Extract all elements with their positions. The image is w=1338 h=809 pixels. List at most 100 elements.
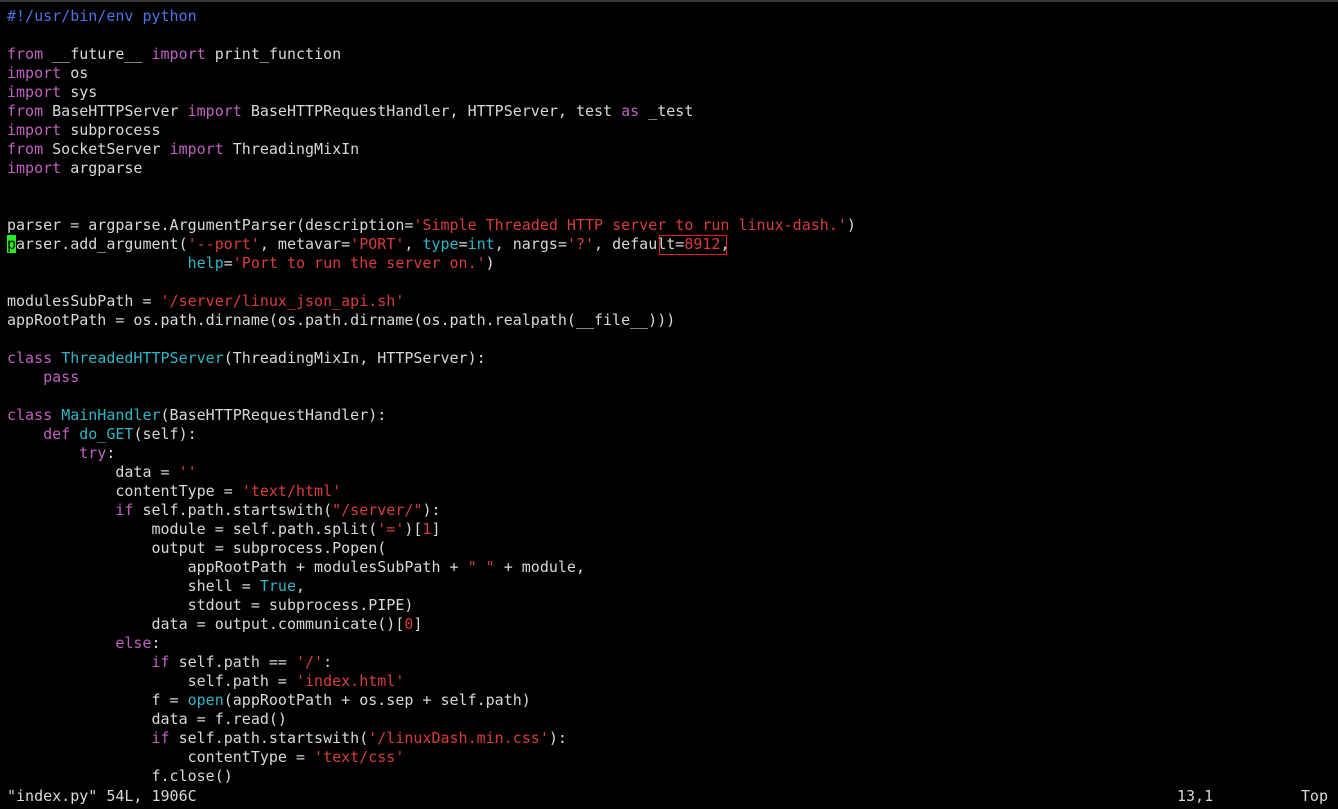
code-line[interactable] — [7, 330, 1338, 349]
code-token: 8912 — [684, 235, 721, 253]
code-line[interactable]: module = self.path.split('=')[1] — [7, 520, 1338, 539]
code-line[interactable]: import os — [7, 64, 1338, 83]
code-line[interactable]: stdout = subprocess.PIPE) — [7, 596, 1338, 615]
code-token: import — [7, 83, 62, 101]
code-token: f = — [7, 691, 188, 709]
code-token: ThreadingMixIn — [223, 140, 360, 158]
code-token: (appRootPath + os.sep + self.path) — [223, 691, 531, 709]
code-token: else — [115, 634, 152, 652]
code-line[interactable]: from BaseHTTPServer import BaseHTTPReque… — [7, 102, 1338, 121]
code-line[interactable]: parser.add_argument('--port', metavar='P… — [7, 235, 1338, 254]
vim-editor-buffer[interactable]: #!/usr/bin/env python from __future__ im… — [7, 7, 1338, 786]
code-line[interactable]: try: — [7, 444, 1338, 463]
code-line[interactable] — [7, 26, 1338, 45]
code-token: True — [259, 577, 296, 595]
text-cursor: p — [7, 235, 17, 253]
code-line[interactable]: #!/usr/bin/env python — [7, 7, 1338, 26]
code-token: ) — [485, 254, 495, 272]
code-token: 'PORT' — [350, 235, 405, 253]
code-token: import — [187, 102, 242, 120]
code-token: contentType = — [7, 748, 315, 766]
code-line[interactable]: if self.path.startswith("/server/"): — [7, 501, 1338, 520]
code-token: _test — [639, 102, 694, 120]
code-token: 'Port to run the server on.' — [232, 254, 486, 272]
code-token: #!/usr/bin/env python — [7, 7, 197, 25]
code-line[interactable]: if self.path.startswith('/linuxDash.min.… — [7, 729, 1338, 748]
code-token: 'text/css' — [314, 748, 405, 766]
code-line[interactable]: data = f.read() — [7, 710, 1338, 729]
code-line[interactable]: contentType = 'text/css' — [7, 748, 1338, 767]
code-line[interactable]: import sys — [7, 83, 1338, 102]
code-token: import — [169, 140, 224, 158]
code-line[interactable]: from SocketServer import ThreadingMixIn — [7, 140, 1338, 159]
code-line[interactable]: f.close() — [7, 767, 1338, 786]
code-token: __future__ — [43, 45, 152, 63]
code-line[interactable]: if self.path == '/': — [7, 653, 1338, 672]
code-token: : — [323, 653, 333, 671]
code-line[interactable] — [7, 197, 1338, 216]
code-line[interactable]: shell = True, — [7, 577, 1338, 596]
code-line[interactable]: import subprocess — [7, 121, 1338, 140]
code-token: 'index.html' — [295, 672, 405, 690]
code-token: shell = — [7, 577, 260, 595]
code-token: , — [404, 235, 423, 253]
code-token: '/linuxDash.min.css' — [368, 729, 549, 747]
code-token: pass — [43, 368, 80, 386]
code-token: '=' — [377, 520, 405, 538]
status-cursor-position: 13,1 — [1177, 787, 1214, 805]
code-token: ThreadedHTTPServer — [61, 349, 224, 367]
code-token: open — [187, 691, 224, 709]
code-token: output = subprocess.Popen( — [7, 539, 387, 557]
code-line[interactable]: parser = argparse.ArgumentParser(descrip… — [7, 216, 1338, 235]
code-token: class — [7, 406, 53, 424]
code-token: data = output.communicate()[ — [7, 615, 405, 633]
code-line[interactable]: data = '' — [7, 463, 1338, 482]
code-line[interactable]: help='Port to run the server on.') — [7, 254, 1338, 273]
code-line[interactable] — [7, 273, 1338, 292]
code-line[interactable]: f = open(appRootPath + os.sep + self.pat… — [7, 691, 1338, 710]
code-line[interactable] — [7, 387, 1338, 406]
code-token: : — [106, 444, 116, 462]
code-token: if — [151, 729, 170, 747]
code-line[interactable]: data = output.communicate()[0] — [7, 615, 1338, 634]
code-line[interactable]: self.path = 'index.html' — [7, 672, 1338, 691]
code-token: modulesSubPath = — [7, 292, 161, 310]
code-line[interactable]: class ThreadedHTTPServer(ThreadingMixIn,… — [7, 349, 1338, 368]
code-token: , metavar= — [259, 235, 351, 253]
code-token: "/server/" — [332, 501, 423, 519]
status-file-info: "index.py" 54L, 1906C — [7, 787, 197, 805]
code-line[interactable]: modulesSubPath = '/server/linux_json_api… — [7, 292, 1338, 311]
code-token: stdout = subprocess.PIPE) — [7, 596, 414, 614]
terminal-window[interactable]: #!/usr/bin/env python from __future__ im… — [0, 0, 1338, 809]
code-token: ) — [846, 216, 856, 234]
code-token: = — [223, 254, 233, 272]
code-line[interactable]: else: — [7, 634, 1338, 653]
code-token: arser.add_argument( — [16, 235, 188, 253]
code-token: from — [7, 45, 44, 63]
code-token: do_GET — [79, 425, 134, 443]
code-line[interactable]: output = subprocess.Popen( — [7, 539, 1338, 558]
code-token: module = self.path.split( — [7, 520, 378, 538]
code-line[interactable] — [7, 178, 1338, 197]
code-line[interactable]: appRootPath = os.path.dirname(os.path.di… — [7, 311, 1338, 330]
code-line[interactable]: def do_GET(self): — [7, 425, 1338, 444]
code-token: help — [187, 254, 224, 272]
code-line[interactable]: pass — [7, 368, 1338, 387]
code-token: data = — [7, 463, 179, 481]
code-line[interactable]: from __future__ import print_function — [7, 45, 1338, 64]
code-token: type — [422, 235, 459, 253]
code-line[interactable]: import argparse — [7, 159, 1338, 178]
code-line[interactable]: class MainHandler(BaseHTTPRequestHandler… — [7, 406, 1338, 425]
code-token: '?' — [566, 235, 595, 253]
code-token: )[ — [404, 520, 423, 538]
code-line[interactable]: appRootPath + modulesSubPath + " " + mod… — [7, 558, 1338, 577]
code-line[interactable]: contentType = 'text/html' — [7, 482, 1338, 501]
code-token: , — [296, 577, 306, 595]
